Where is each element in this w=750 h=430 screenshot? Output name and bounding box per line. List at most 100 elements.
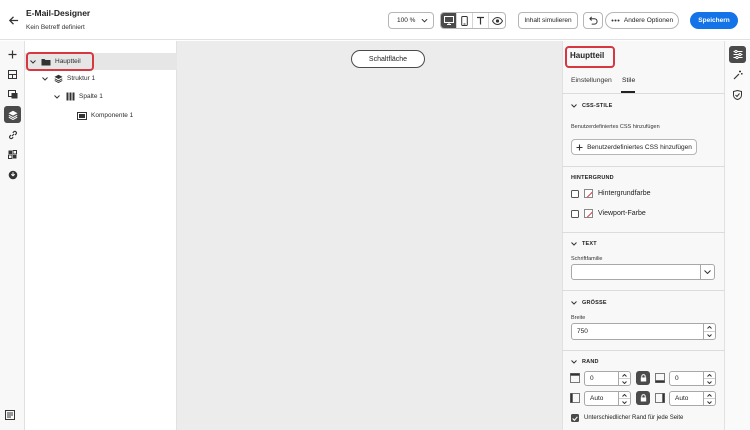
section-background-header: HINTERGRUND	[571, 175, 614, 181]
section-css-header[interactable]: CSS-STILE	[571, 103, 613, 109]
layout-button[interactable]	[4, 66, 21, 83]
lock-icon	[640, 374, 647, 382]
chevron-down-icon[interactable]	[704, 379, 715, 385]
assets-button[interactable]	[4, 86, 21, 103]
properties-button[interactable]	[729, 46, 746, 63]
properties-icon	[733, 50, 743, 59]
chevron-down-icon[interactable]	[619, 399, 630, 405]
tab-styles[interactable]: Stile	[622, 77, 635, 84]
lock-horizontal-button[interactable]	[636, 391, 650, 405]
different-border-checkbox[interactable]	[571, 414, 579, 422]
personalization-button[interactable]	[4, 166, 21, 183]
email-canvas[interactable]	[177, 41, 562, 430]
mobile-view-button[interactable]	[457, 13, 474, 28]
border-left-input[interactable]: Auto	[584, 391, 631, 406]
view-mode-group	[440, 12, 506, 29]
different-border-row[interactable]: Unterschiedlicher Rand für jede Seite	[571, 414, 683, 422]
canvas-button-component[interactable]: Schaltfläche	[351, 50, 425, 68]
border-bottom-input[interactable]: 0	[669, 371, 716, 386]
border-bottom-icon	[655, 373, 665, 383]
preview-button[interactable]	[489, 13, 505, 28]
chevron-down-icon[interactable]	[619, 379, 630, 385]
assets-icon	[7, 90, 18, 99]
chevron-up-icon[interactable]	[704, 324, 715, 332]
border-right-value: Auto	[675, 395, 689, 402]
tree-item-komponente[interactable]: Komponente 1	[25, 107, 177, 124]
section-border-header[interactable]: RAND	[571, 359, 599, 365]
background-color-checkbox[interactable]	[571, 189, 579, 198]
width-value: 750	[577, 328, 588, 335]
chevron-down-icon[interactable]	[700, 265, 714, 279]
ellipsis-icon	[611, 19, 620, 22]
tab-settings[interactable]: Einstellungen	[571, 77, 612, 84]
undo-button[interactable]	[583, 12, 603, 29]
chevron-up-icon[interactable]	[704, 392, 715, 399]
border-top-stepper[interactable]	[618, 372, 630, 385]
chevron-up-icon[interactable]	[619, 392, 630, 399]
chevron-down-icon	[571, 242, 577, 246]
divider	[562, 93, 725, 94]
background-color-label: Hintergrundfarbe	[598, 190, 651, 197]
chevron-down-icon	[571, 301, 577, 305]
more-options-button[interactable]: Andere Optionen	[605, 12, 679, 29]
settings-stack-button[interactable]	[5, 410, 15, 420]
width-stepper[interactable]	[703, 324, 715, 339]
divider	[562, 166, 725, 167]
border-bottom-stepper[interactable]	[703, 372, 715, 385]
magic-wand-button[interactable]	[729, 66, 746, 83]
color-swatch[interactable]	[584, 209, 593, 218]
left-toolbar	[0, 41, 25, 430]
border-left-stepper[interactable]	[618, 392, 630, 405]
chevron-down-icon[interactable]	[53, 94, 61, 99]
magic-wand-icon	[733, 70, 743, 80]
zoom-select[interactable]: 100 %	[388, 12, 434, 29]
tree-item-struktur[interactable]: Struktur 1	[25, 70, 177, 87]
chevron-down-icon[interactable]	[704, 332, 715, 339]
chevron-up-icon[interactable]	[704, 372, 715, 379]
font-family-select[interactable]	[571, 264, 715, 280]
desktop-icon	[443, 16, 454, 25]
add-custom-css-button[interactable]: Benutzerdefiniertes CSS hinzufügen	[571, 139, 697, 155]
more-options-label: Andere Optionen	[623, 17, 674, 24]
component-icon	[77, 111, 87, 120]
email-subject: Kein Betreff definiert	[26, 24, 85, 31]
border-top-icon	[570, 373, 580, 383]
tree-item-label: Komponente 1	[91, 112, 134, 119]
section-size-header[interactable]: GRÖSSE	[571, 300, 607, 306]
fragments-button[interactable]	[4, 146, 21, 163]
background-color-row[interactable]: Hintergrundfarbe	[571, 189, 651, 198]
border-right-input[interactable]: Auto	[669, 391, 716, 406]
section-title: RAND	[582, 359, 599, 365]
viewport-color-row[interactable]: Viewport-Farbe	[571, 209, 646, 218]
save-button[interactable]: Speichern	[690, 12, 738, 29]
add-icon	[8, 50, 17, 59]
border-right-stepper[interactable]	[703, 392, 715, 405]
validation-button[interactable]	[729, 86, 746, 103]
chevron-down-icon[interactable]	[704, 399, 715, 405]
color-swatch[interactable]	[584, 189, 593, 198]
section-title: CSS-STILE	[582, 103, 613, 109]
divider	[562, 232, 725, 233]
border-top-input[interactable]: 0	[584, 371, 631, 386]
viewport-color-checkbox[interactable]	[571, 209, 579, 218]
section-text-header[interactable]: TEXT	[571, 241, 597, 247]
border-top-value: 0	[590, 375, 594, 382]
chevron-down-icon	[421, 18, 428, 23]
lock-vertical-button[interactable]	[636, 371, 650, 385]
back-arrow-icon[interactable]	[4, 11, 22, 29]
tree-item-spalte[interactable]: Spalte 1	[25, 88, 177, 105]
chevron-up-icon[interactable]	[619, 372, 630, 379]
border-bottom-value: 0	[675, 375, 679, 382]
desktop-view-button[interactable]	[441, 13, 458, 28]
chevron-down-icon[interactable]	[41, 76, 49, 81]
text-view-button[interactable]	[473, 13, 490, 28]
layers-button[interactable]	[4, 106, 21, 123]
text-icon	[476, 16, 485, 25]
viewport-color-label: Viewport-Farbe	[598, 210, 646, 217]
width-input[interactable]: 750	[571, 323, 716, 340]
zoom-value: 100 %	[397, 17, 416, 24]
link-button[interactable]	[4, 126, 21, 143]
add-button[interactable]	[4, 46, 21, 63]
add-custom-css-label: Benutzerdefiniertes CSS hinzufügen	[587, 143, 692, 151]
simulate-content-button[interactable]: Inhalt simulieren	[518, 12, 578, 29]
